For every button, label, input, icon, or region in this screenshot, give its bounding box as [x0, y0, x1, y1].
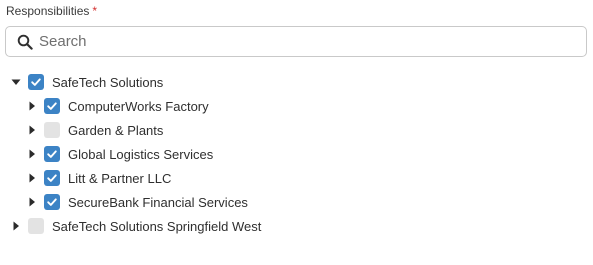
field-label: Responsibilities *	[6, 4, 97, 18]
caret-down-icon[interactable]	[10, 76, 22, 88]
caret-right-icon[interactable]	[26, 148, 38, 160]
required-mark: *	[92, 4, 98, 18]
node-checkbox[interactable]	[44, 170, 60, 186]
node-label[interactable]: Global Logistics Services	[68, 147, 213, 162]
node-label[interactable]: SecureBank Financial Services	[68, 195, 248, 210]
tree-child-node[interactable]: Litt & Partner LLC	[26, 166, 171, 190]
tree-child-node[interactable]: SecureBank Financial Services	[26, 190, 248, 214]
checkmark-icon	[46, 172, 58, 184]
caret-right-icon[interactable]	[26, 196, 38, 208]
node-checkbox[interactable]	[28, 218, 44, 234]
tree-node[interactable]: SafeTech Solutions	[10, 70, 163, 94]
field-label-text: Responsibilities	[6, 4, 90, 18]
tree-child-node[interactable]: ComputerWorks Factory	[26, 94, 209, 118]
node-checkbox[interactable]	[44, 194, 60, 210]
caret-right-icon[interactable]	[26, 124, 38, 136]
node-checkbox[interactable]	[44, 122, 60, 138]
node-label[interactable]: SafeTech Solutions	[52, 75, 163, 90]
search-box[interactable]	[5, 26, 587, 57]
search-icon	[17, 34, 33, 50]
checkmark-icon	[30, 76, 42, 88]
node-checkbox[interactable]	[44, 146, 60, 162]
caret-right-icon[interactable]	[26, 100, 38, 112]
checkmark-icon	[46, 148, 58, 160]
node-checkbox[interactable]	[44, 98, 60, 114]
node-label[interactable]: ComputerWorks Factory	[68, 99, 209, 114]
tree-child-node[interactable]: Global Logistics Services	[26, 142, 213, 166]
node-label[interactable]: Litt & Partner LLC	[68, 171, 171, 186]
checkmark-icon	[46, 100, 58, 112]
tree-child-node[interactable]: Garden & Plants	[26, 118, 163, 142]
node-checkbox[interactable]	[28, 74, 44, 90]
node-label[interactable]: SafeTech Solutions Springfield West	[52, 219, 261, 234]
node-label[interactable]: Garden & Plants	[68, 123, 163, 138]
search-input[interactable]	[39, 33, 559, 50]
caret-right-icon[interactable]	[26, 172, 38, 184]
checkmark-icon	[46, 196, 58, 208]
caret-right-icon[interactable]	[10, 220, 22, 232]
tree-node[interactable]: SafeTech Solutions Springfield West	[10, 214, 261, 238]
